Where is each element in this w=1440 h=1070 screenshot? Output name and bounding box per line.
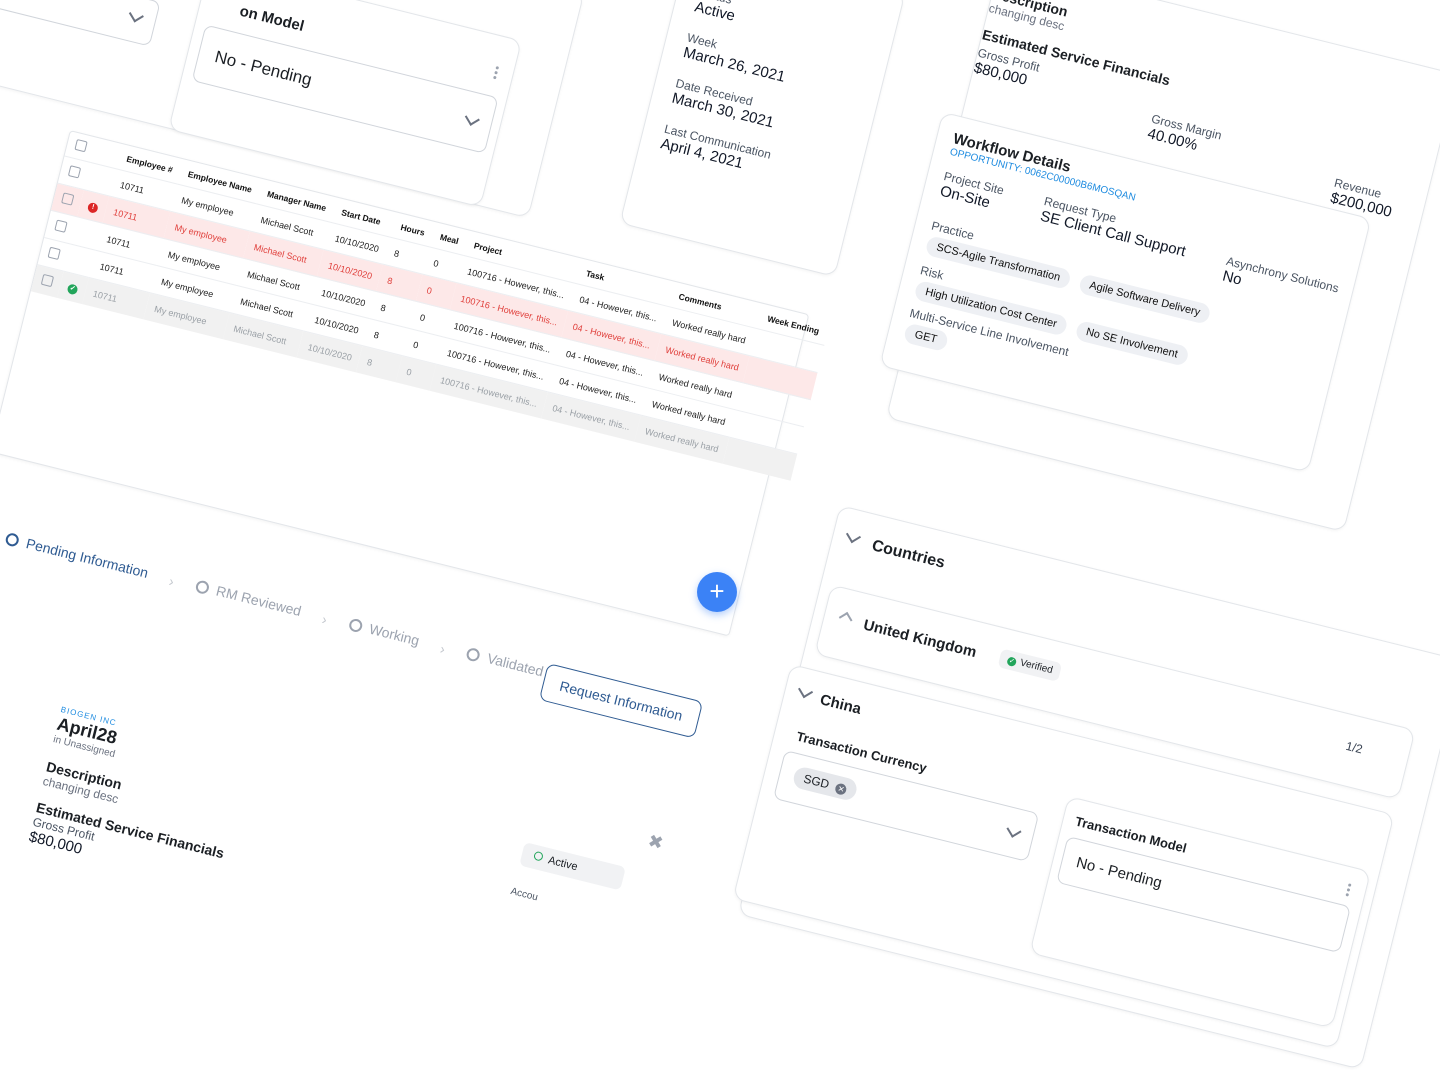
verified-badge: ✓ Verified (997, 648, 1063, 683)
currency-chip[interactable]: SGD ✕ (791, 765, 860, 803)
step-label: Pending Information (24, 535, 150, 581)
step-rm-reviewed[interactable]: RM Reviewed (194, 577, 303, 619)
more-options-icon[interactable] (493, 64, 501, 81)
row-checkbox[interactable] (47, 246, 61, 261)
select-all-checkbox[interactable] (74, 138, 88, 153)
step-label: Working (367, 620, 422, 649)
model-select[interactable]: No - Pending (1056, 835, 1352, 954)
remove-chip-icon[interactable]: ✕ (834, 782, 848, 796)
chevron-right-icon: › (438, 639, 448, 657)
financials-title: Estimated Service Financials (34, 799, 226, 862)
more-options-icon[interactable] (1345, 881, 1353, 898)
chevron-down-icon[interactable] (845, 528, 862, 544)
status-chip-label: Active (546, 854, 579, 874)
row-checkbox[interactable] (40, 273, 55, 288)
transaction-model-subcard: Transaction Model No - Pending (1029, 795, 1372, 1029)
check-circle-icon: ✓ (1006, 656, 1018, 668)
status-circle-icon (533, 850, 544, 862)
chevron-right-icon: › (167, 572, 176, 589)
row-checkbox[interactable] (61, 192, 75, 206)
row-checkbox[interactable] (67, 165, 82, 179)
top-select-partial[interactable] (0, 0, 161, 47)
step-circle-icon (347, 617, 364, 633)
pager: 1/2 (1344, 738, 1365, 757)
request-summary: BIOGEN INC April28 in Unassigned Descrip… (27, 705, 663, 995)
request-detail-card: Description changing desc Estimated Serv… (879, 0, 1440, 533)
currency-chip-label: SGD (802, 771, 831, 792)
transaction-model-label: on Model (237, 2, 306, 36)
chevron-right-icon: › (320, 610, 329, 628)
chevron-down-icon (128, 7, 144, 23)
step-label: RM Reviewed (214, 582, 304, 620)
status-card: Status Active Week March 26, 2021 Date R… (619, 0, 906, 278)
request-information-button[interactable]: Request Information (538, 663, 704, 739)
error-icon: ! (86, 201, 100, 214)
chevron-down-icon[interactable] (798, 683, 814, 699)
countries-card: Countries United Kingdom ✓ Verified 1/2 C… (732, 505, 1440, 1070)
transaction-model-select[interactable]: No - Pending (191, 24, 499, 154)
country-name-uk: United Kingdom (861, 616, 979, 662)
transaction-model-value: No - Pending (212, 47, 314, 90)
add-entry-button[interactable]: + (697, 572, 737, 612)
step-circle-icon (4, 531, 21, 548)
step-pending-information[interactable]: Pending Information (4, 530, 150, 581)
country-name-china: China (818, 691, 863, 718)
chevron-down-icon (464, 110, 480, 126)
row-checkbox[interactable] (54, 219, 68, 233)
chevron-up-icon[interactable] (838, 611, 853, 626)
verified-label: Verified (1018, 657, 1054, 677)
step-circle-icon (465, 646, 482, 663)
chevron-down-icon (1006, 822, 1022, 838)
countries-title: Countries (870, 537, 947, 572)
close-icon[interactable]: ✖ (646, 830, 665, 854)
check-circle-icon: ✓ (66, 282, 79, 295)
model-value: No - Pending (1074, 854, 1164, 892)
step-validated[interactable]: Validated (465, 645, 545, 679)
step-label: Validated (485, 650, 546, 680)
step-working[interactable]: Working (347, 616, 421, 649)
step-circle-icon (194, 578, 211, 595)
